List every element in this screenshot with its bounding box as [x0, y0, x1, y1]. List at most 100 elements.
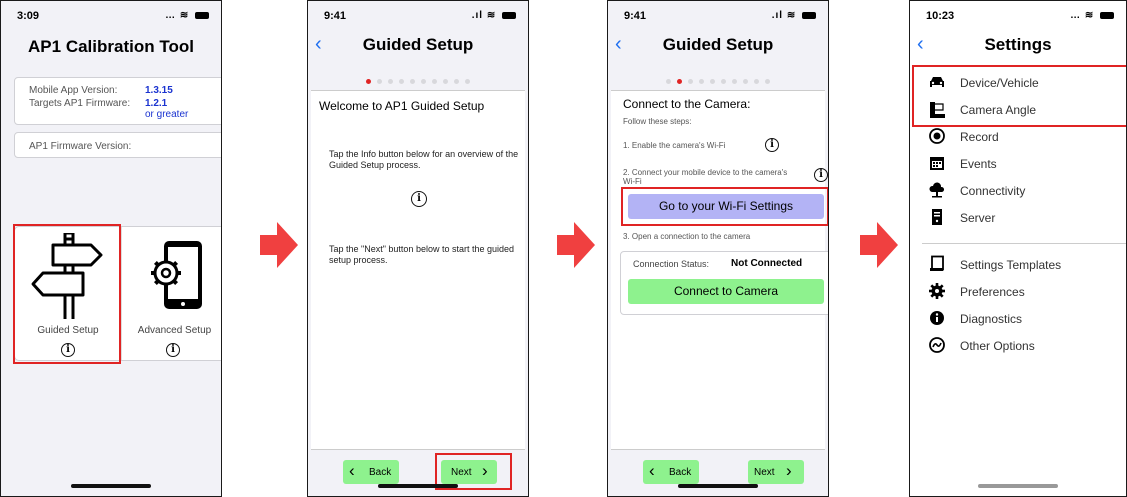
- next-step-arrow: [860, 222, 898, 268]
- next-button-label: Next: [754, 467, 775, 478]
- menu-label: Server: [960, 211, 996, 225]
- home-indicator: [378, 484, 458, 488]
- step-dot: [443, 79, 448, 84]
- status-bar: 9:41 .ıl ≋: [308, 10, 528, 24]
- page-title: Guided Setup: [662, 35, 774, 54]
- signal-wifi-battery-icon: .ıl ≋: [472, 10, 516, 21]
- server-icon: [928, 208, 946, 226]
- version-info-box: Mobile App Version: 1.3.15 Targets AP1 F…: [14, 77, 221, 125]
- next-step-arrow: [260, 222, 298, 268]
- info-instructions: Tap the Info button below for an overvie…: [329, 149, 519, 170]
- status-time: 10:23: [926, 10, 955, 22]
- next-instructions: Tap the "Next" button below to start the…: [329, 244, 515, 265]
- app-version-row: Mobile App Version: 1.3.15: [15, 85, 221, 98]
- step-dot: [765, 79, 770, 84]
- status-bar: 3:09 … ≋: [1, 10, 221, 24]
- back-button[interactable]: ‹ Back: [343, 460, 399, 484]
- step3-text: 3. Open a connection to the camera: [623, 232, 751, 241]
- template-icon: [928, 255, 946, 273]
- page-title: Settings: [984, 35, 1052, 54]
- target-firmware-suffix: or greater: [145, 109, 189, 120]
- step-dot: [377, 79, 382, 84]
- connect-camera-button[interactable]: Connect to Camera: [628, 279, 824, 304]
- cloud-icon: [928, 181, 946, 199]
- phone-gear-icon: [151, 241, 202, 309]
- record-icon: [928, 127, 946, 145]
- back-button-label: Back: [369, 467, 392, 478]
- step-dot: [454, 79, 459, 84]
- status-time: 9:41: [324, 10, 347, 22]
- step-dot: [688, 79, 693, 84]
- step-dot: [721, 79, 726, 84]
- connection-status-label: Connection Status:: [633, 259, 710, 269]
- wifi-battery-icon: … ≋: [1070, 10, 1114, 21]
- step-dot: [465, 79, 470, 84]
- menu-label: Other Options: [960, 339, 1035, 353]
- step-dot: [666, 79, 671, 84]
- next-button[interactable]: Next ›: [748, 460, 804, 484]
- menu-divider: [922, 243, 1126, 244]
- menu-label: Diagnostics: [960, 312, 1023, 326]
- overview-info-icon[interactable]: i: [411, 191, 427, 207]
- status-time: 9:41: [624, 10, 647, 22]
- highlight-guided-setup: [13, 224, 121, 364]
- back-button[interactable]: ‹ Back: [643, 460, 699, 484]
- firmware-version-label: AP1 Firmware Version:: [29, 141, 132, 152]
- menu-label: Connectivity: [960, 184, 1026, 198]
- advanced-setup-info-icon[interactable]: i: [166, 343, 180, 357]
- back-button-label: Back: [669, 467, 692, 478]
- chevron-right-icon: ›: [786, 461, 792, 480]
- bottom-nav-bar: ‹ Back Next ›: [608, 453, 828, 496]
- page-title: Guided Setup: [362, 35, 474, 54]
- advanced-setup-option[interactable]: Advanced Setup i: [121, 227, 221, 362]
- step1-info-icon[interactable]: i: [765, 138, 779, 152]
- step1-text: 1. Enable the camera's Wi-Fi: [623, 141, 726, 150]
- step2-info-icon[interactable]: i: [814, 168, 828, 182]
- status-bar: 9:41 .ıl ≋: [608, 10, 828, 24]
- screen-settings: 10:23 … ≋ ‹ Settings Device/Vehicle Came…: [909, 0, 1127, 497]
- step-indicator: [608, 71, 828, 89]
- content-panel: Welcome to AP1 Guided Setup Tap the Info…: [311, 90, 525, 450]
- menu-label: Events: [960, 157, 997, 171]
- screen-guided-setup-welcome: 9:41 .ıl ≋ ‹ Guided Setup Welcome to AP1…: [307, 0, 529, 497]
- app-version-value: 1.3.15: [145, 85, 173, 96]
- step-dot: [432, 79, 437, 84]
- step-dot: [388, 79, 393, 84]
- step-dot: [399, 79, 404, 84]
- screen-calibration-tool: 3:09 … ≋ AP1 Calibration Tool Mobile App…: [0, 0, 222, 497]
- target-firmware-label: Targets AP1 Firmware:: [29, 98, 131, 109]
- welcome-heading: Welcome to AP1 Guided Setup: [319, 99, 485, 113]
- status-bar: 10:23 … ≋: [910, 10, 1126, 24]
- step-dot: [743, 79, 748, 84]
- highlight-device-camera: [912, 65, 1126, 127]
- gear-icon: [928, 282, 946, 300]
- home-indicator: [71, 484, 151, 488]
- follow-steps-text: Follow these steps:: [623, 117, 692, 126]
- step-dot: [677, 79, 682, 84]
- advanced-setup-label: Advanced Setup: [137, 325, 212, 336]
- step-dot: [754, 79, 759, 84]
- target-firmware-value: 1.2.1: [145, 98, 168, 109]
- wifi-battery-icon: … ≋: [165, 10, 209, 21]
- step-dot: [366, 79, 371, 84]
- step-dot: [732, 79, 737, 84]
- connection-status-value: Not Connected: [731, 258, 803, 269]
- status-time: 3:09: [17, 10, 40, 22]
- menu-label: Record: [960, 130, 999, 144]
- next-step-arrow: [557, 222, 595, 268]
- step-dot: [421, 79, 426, 84]
- connect-heading: Connect to the Camera:: [623, 97, 751, 111]
- step-dot: [410, 79, 415, 84]
- step-dot: [699, 79, 704, 84]
- menu-label: Settings Templates: [960, 258, 1062, 272]
- menu-label: Preferences: [960, 285, 1025, 299]
- info-icon: [928, 309, 946, 327]
- page-title: AP1 Calibration Tool: [28, 37, 194, 56]
- chevron-left-icon: ‹: [349, 461, 355, 480]
- home-indicator: [678, 484, 758, 488]
- step-indicator: [308, 71, 528, 89]
- calendar-icon: [928, 154, 946, 172]
- firmware-version-box: AP1 Firmware Version:: [14, 132, 221, 158]
- screen-guided-setup-camera: 9:41 .ıl ≋ ‹ Guided Setup Connect to the…: [607, 0, 829, 497]
- options-icon: [928, 336, 946, 354]
